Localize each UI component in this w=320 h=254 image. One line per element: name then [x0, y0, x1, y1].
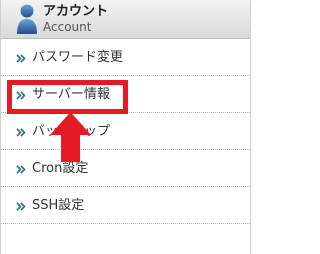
- account-title: アカウント: [43, 4, 109, 19]
- double-chevron-right-icon: [16, 165, 26, 174]
- double-chevron-right-icon: [16, 128, 26, 137]
- up-arrow-annotation: [50, 112, 91, 162]
- menu-item-label: パスワード変更: [32, 50, 124, 65]
- menu-item-password-change[interactable]: パスワード変更: [1, 39, 250, 76]
- menu-item-label: SSH設定: [32, 198, 85, 213]
- account-menu: パスワード変更 サーバー情報 バックアップ Cron設定: [1, 39, 250, 224]
- user-icon: [17, 4, 37, 34]
- account-header: アカウント Account: [1, 0, 250, 39]
- double-chevron-right-icon: [16, 54, 26, 63]
- account-menu-panel: アカウント Account パスワード変更 サーバー情報 バックアップ: [0, 0, 251, 254]
- menu-item-backup[interactable]: バックアップ: [1, 113, 250, 150]
- menu-item-ssh-settings[interactable]: SSH設定: [1, 187, 250, 224]
- account-subtitle: Account: [43, 20, 92, 34]
- menu-item-cron-settings[interactable]: Cron設定: [1, 150, 250, 187]
- double-chevron-right-icon: [16, 202, 26, 211]
- highlight-box: [7, 80, 128, 114]
